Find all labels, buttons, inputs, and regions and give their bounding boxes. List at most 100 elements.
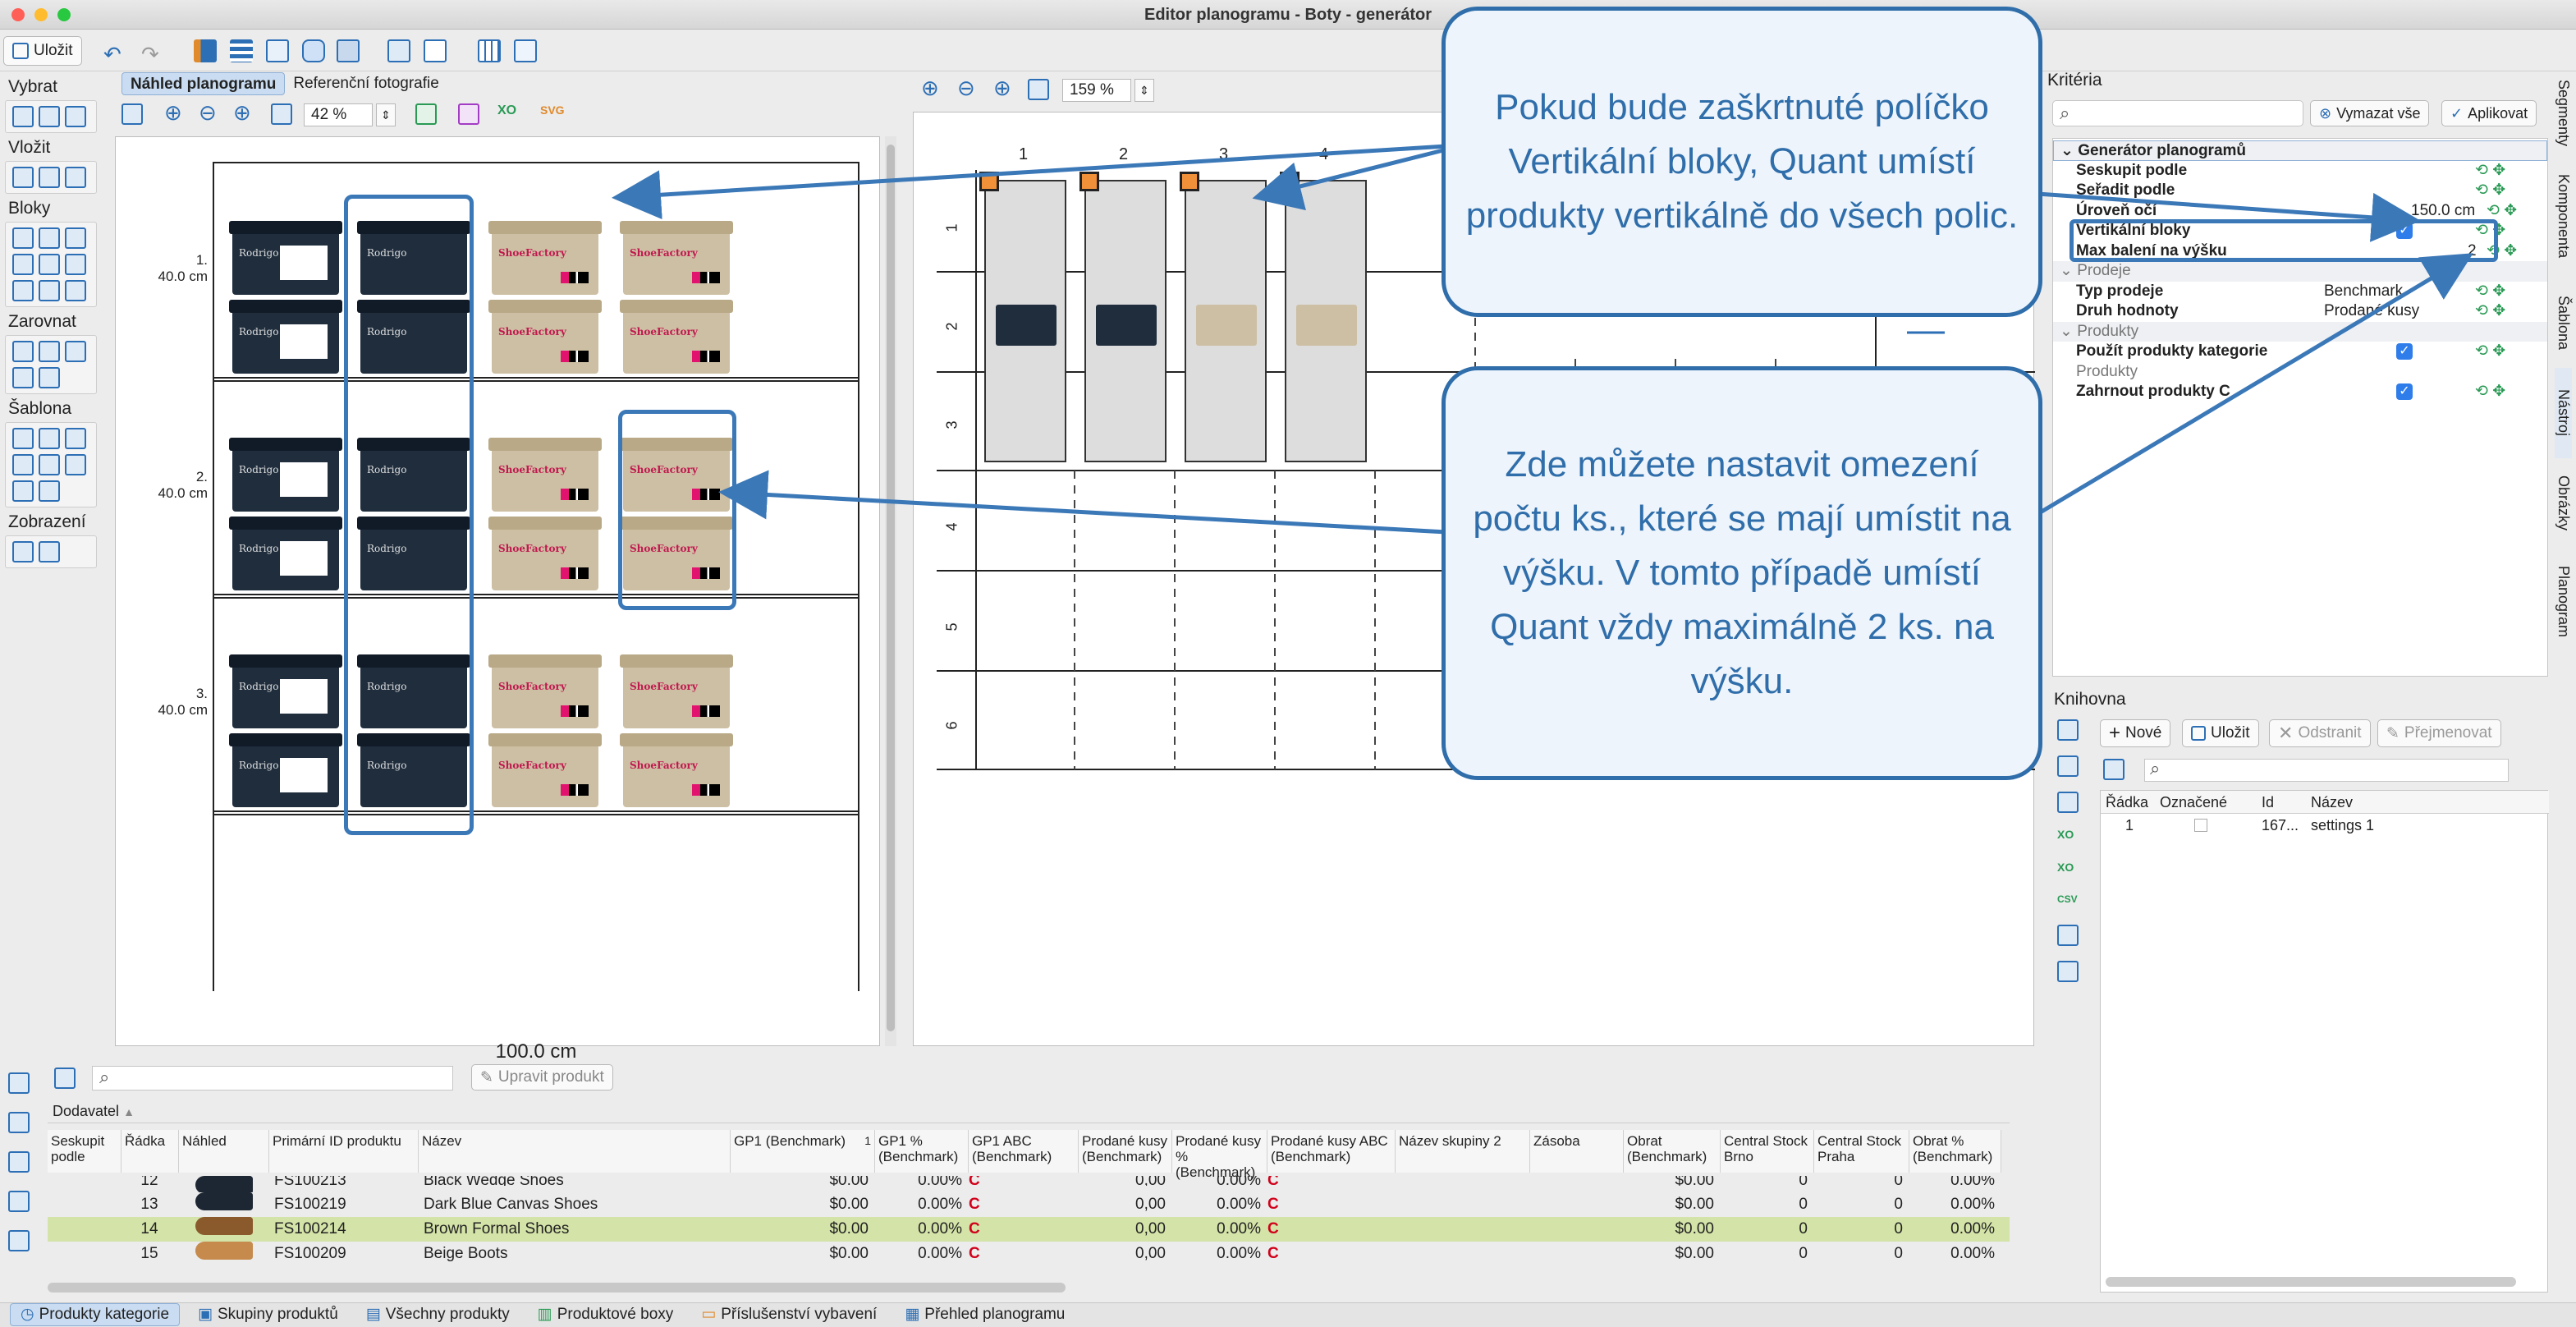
table-row[interactable]: 12 FS100213 Black Wedge Shoes $0.00 0.00% C 0,… [48, 1176, 2010, 1192]
block-icon[interactable] [12, 227, 34, 249]
criteria-checkbox[interactable]: ✓ [2396, 343, 2413, 360]
minimize-window-button[interactable] [34, 8, 48, 21]
product-search-input[interactable]: ⌕ [92, 1066, 453, 1091]
template-icon[interactable] [65, 454, 86, 475]
criteria-row[interactable]: Použít produkty kategorie ✓ ⟲ ✥ [2053, 342, 2547, 362]
tab-fixture-accessories[interactable]: ▭ Příslušenství vybavení [691, 1303, 887, 1326]
xo-import-icon[interactable]: XO [2057, 861, 2083, 874]
tab-product-boxes[interactable]: ▥ Produktové boxy [528, 1303, 683, 1326]
close-window-button[interactable] [11, 8, 25, 21]
grid-product[interactable] [1196, 305, 1257, 346]
grid-zoom-stepper[interactable]: ⇕ [1134, 79, 1154, 102]
collapse-icon[interactable]: ⌄ [2060, 262, 2077, 279]
criteria-reset-icon[interactable]: ⟲ ✥ [2475, 342, 2505, 362]
criteria-row[interactable]: Zahrnout produkty C ✓ ⟲ ✥ [2053, 382, 2547, 402]
align-center-icon[interactable] [39, 341, 60, 362]
table-row[interactable]: 15 FS100209 Beige Boots $0.00 0.00% C 0,00 0.00… [48, 1242, 2010, 1266]
criteria-value[interactable]: Benchmark [2324, 282, 2403, 302]
view-list-icon[interactable] [39, 541, 60, 562]
settings-grid-icon[interactable] [514, 39, 537, 62]
redo-icon[interactable]: ↷ [141, 42, 159, 67]
block-handle[interactable] [1079, 172, 1099, 191]
column-header[interactable]: Název skupiny 2 [1396, 1130, 1530, 1173]
template-icon[interactable] [39, 428, 60, 449]
block-icon[interactable] [65, 254, 86, 275]
block-icon[interactable] [39, 280, 60, 301]
criteria-reset-icon[interactable]: ⟲ ✥ [2487, 201, 2517, 222]
zoom-stepper[interactable]: ⇕ [376, 103, 396, 126]
criteria-reset-icon[interactable]: ⟲ ✥ [2475, 301, 2505, 322]
zoom-input[interactable]: 42 % [304, 103, 373, 126]
product-box-tan[interactable]: ShoeFactory [488, 438, 602, 512]
zoom-out-icon[interactable]: ⊖ [199, 100, 217, 126]
camera-icon[interactable] [302, 39, 325, 62]
columns-icon[interactable] [266, 39, 289, 62]
table-horizontal-scrollbar[interactable] [48, 1283, 1066, 1293]
table-settings-icon[interactable] [54, 1068, 76, 1089]
tab-category-products[interactable]: ◷ Produkty kategorie [10, 1303, 181, 1326]
zoom-window-button[interactable] [57, 8, 71, 21]
criteria-reset-icon[interactable]: ⟲ ✥ [2475, 181, 2505, 201]
block-handle[interactable] [979, 172, 999, 191]
criteria-row[interactable]: Seřadit podle ⟲ ✥ [2053, 181, 2547, 201]
grid-product[interactable] [1096, 305, 1157, 346]
template-icon[interactable] [12, 428, 34, 449]
block-handle[interactable] [1180, 172, 1199, 191]
fit-icon[interactable] [121, 103, 143, 125]
library-grid-icon[interactable] [2103, 759, 2139, 782]
grid-block[interactable] [1180, 172, 1267, 462]
criteria-row[interactable]: ⌄ Generátor planogramů [2053, 140, 2547, 161]
library-row[interactable]: 1 167... settings 1 [2101, 814, 2549, 837]
criteria-search-input[interactable]: ⌕ [2052, 100, 2303, 126]
criteria-row[interactable]: Produkty [2053, 362, 2547, 383]
column-header[interactable]: Prodané kusy ABC (Benchmark) [1267, 1130, 1396, 1173]
product-box-dark[interactable]: Rodrigo [229, 733, 342, 807]
grid-block[interactable] [1280, 172, 1367, 462]
template-icon[interactable] [12, 454, 34, 475]
column-header[interactable]: Zásoba [1530, 1130, 1624, 1173]
criteria-row[interactable]: Typ prodeje Benchmark ⟲ ✥ [2053, 282, 2547, 302]
product-tool-icon[interactable] [8, 1112, 30, 1133]
new-button[interactable]: + Nové [2100, 719, 2171, 747]
column-header[interactable]: GP1 % (Benchmark) [875, 1130, 969, 1173]
column-header[interactable]: Seskupit podle [48, 1130, 121, 1173]
view-icon[interactable] [12, 541, 34, 562]
tab-reference-photos[interactable]: Referenční fotografie [285, 72, 447, 95]
insert-product-icon[interactable] [39, 167, 60, 188]
zoom-in-icon[interactable]: ⊕ [921, 76, 939, 101]
marked-checkbox[interactable] [2194, 819, 2207, 832]
planogram-icon[interactable] [194, 39, 217, 62]
preview-scrollbar[interactable] [885, 136, 896, 1046]
tab-planogram-preview[interactable]: Náhled planogramu [121, 72, 286, 95]
select-row-icon[interactable] [39, 106, 60, 127]
column-header[interactable]: Náhled [179, 1130, 269, 1173]
zoom-reset-icon[interactable]: ⊕ [993, 76, 1011, 101]
align-left-icon[interactable] [12, 341, 34, 362]
apply-button[interactable]: ✓ Aplikovat [2441, 100, 2537, 126]
shelves-icon[interactable] [230, 39, 253, 62]
column-header[interactable]: Název [419, 1130, 731, 1173]
column-header[interactable]: Obrat % (Benchmark) [1909, 1130, 2001, 1173]
block-icon[interactable] [65, 227, 86, 249]
product-tool-icon[interactable] [8, 1072, 30, 1094]
column-header[interactable]: Primární ID produktu [269, 1130, 419, 1173]
column-header[interactable]: GP1 ABC (Benchmark) [969, 1130, 1079, 1173]
criteria-row[interactable]: Seskupit podle ⟲ ✥ [2053, 161, 2547, 181]
product-box-tan[interactable]: ShoeFactory [620, 300, 733, 374]
product-box-dark[interactable]: Rodrigo [229, 300, 342, 374]
align-right-icon[interactable] [65, 341, 86, 362]
criteria-checkbox[interactable]: ✓ [2396, 383, 2413, 400]
csv-export-icon[interactable]: CSV [2057, 893, 2083, 905]
layout-icon[interactable] [387, 39, 410, 62]
zoom-reset-icon[interactable]: ⊕ [233, 100, 251, 126]
tab-all-products[interactable]: ▤ Všechny produkty [356, 1303, 520, 1326]
product-box-tan[interactable]: ShoeFactory [620, 221, 733, 295]
criteria-row[interactable]: Druh hodnoty Prodané kusy ⟲ ✥ [2053, 301, 2547, 322]
edit-product-button[interactable]: ✎ Upravit produkt [471, 1064, 613, 1091]
template-icon[interactable] [65, 428, 86, 449]
library-scrollbar[interactable] [2106, 1277, 2516, 1287]
block-handle[interactable] [1280, 172, 1299, 191]
warning-icon[interactable] [39, 480, 60, 502]
fit-page-icon[interactable] [1028, 79, 1049, 100]
xo-export-icon[interactable]: XO [497, 103, 516, 118]
